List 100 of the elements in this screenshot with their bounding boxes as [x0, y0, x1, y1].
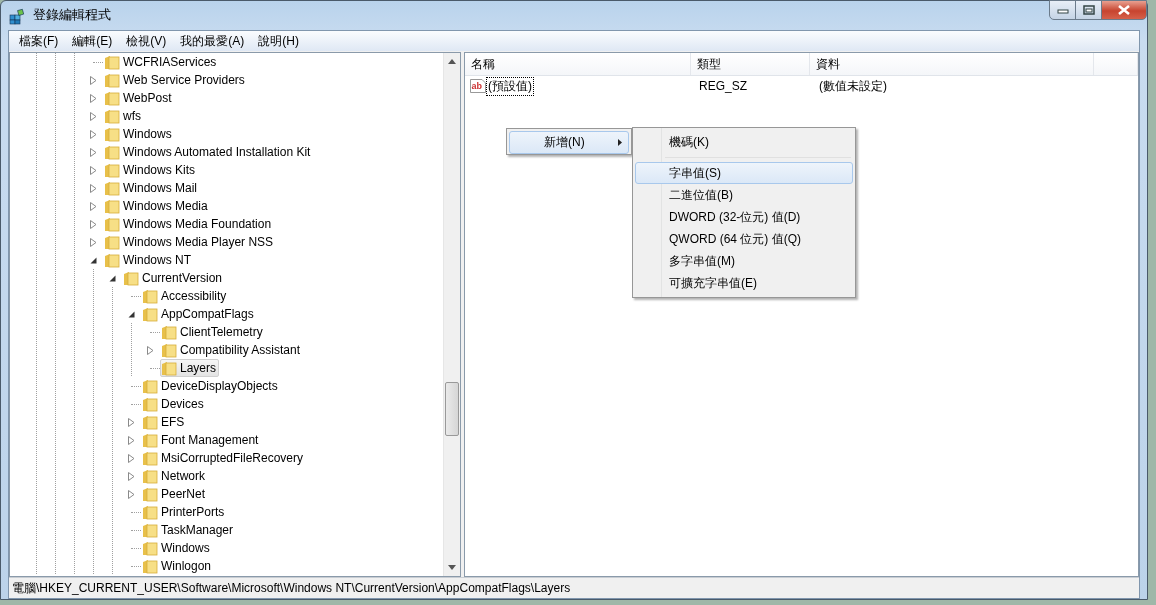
tree-item[interactable]: Windows Media Player NSS: [103, 233, 277, 251]
folder-icon: [142, 558, 158, 574]
submenu-item[interactable]: 機碼(K): [635, 131, 853, 153]
tree-item[interactable]: EFS: [141, 413, 188, 431]
tree-item[interactable]: Font Management: [141, 431, 262, 449]
value-data: (數值未設定): [818, 77, 888, 95]
tree-item[interactable]: Windows Kits: [103, 161, 199, 179]
expand-arrow-icon[interactable]: [90, 147, 97, 157]
scroll-up-icon[interactable]: [448, 59, 456, 64]
submenu-item[interactable]: 可擴充字串值(E): [635, 272, 853, 294]
folder-icon: [104, 252, 120, 268]
folder-icon: [104, 108, 120, 124]
folder-icon: [104, 90, 120, 106]
tree-item[interactable]: Web Service Providers: [103, 71, 248, 89]
collapse-arrow-icon[interactable]: [90, 256, 97, 264]
expand-arrow-icon[interactable]: [90, 219, 97, 229]
folder-icon: [142, 288, 158, 304]
tree-item[interactable]: MsiCorruptedFileRecovery: [141, 449, 307, 467]
folder-icon: [161, 360, 177, 376]
scrollbar-thumb[interactable]: [445, 382, 459, 436]
expand-arrow-icon[interactable]: [90, 183, 97, 193]
folder-icon: [104, 162, 120, 178]
column-header[interactable]: 資料: [810, 53, 1095, 75]
folder-icon: [142, 468, 158, 484]
tree-item[interactable]: wfs: [103, 107, 144, 125]
folder-icon: [142, 432, 158, 448]
tree-item[interactable]: TaskManager: [141, 521, 237, 539]
submenu-item[interactable]: 多字串值(M): [635, 250, 853, 272]
expand-arrow-icon[interactable]: [128, 471, 135, 481]
value-type: REG_SZ: [698, 79, 748, 93]
registry-cubes-icon: [9, 6, 27, 25]
tree-item[interactable]: PrinterPorts: [141, 503, 228, 521]
tree-item[interactable]: Windows NT: [103, 251, 194, 269]
folder-icon: [142, 504, 158, 520]
tree-item[interactable]: WCFRIAServices: [103, 53, 220, 71]
expand-arrow-icon[interactable]: [128, 453, 135, 463]
tree-item[interactable]: Windows Media Foundation: [103, 215, 275, 233]
menu-item[interactable]: 我的最愛(A): [173, 31, 252, 51]
tree-item[interactable]: DeviceDisplayObjects: [141, 377, 281, 395]
menu-item[interactable]: 編輯(E): [65, 31, 120, 51]
column-header[interactable]: 類型: [691, 53, 811, 75]
folder-icon: [104, 234, 120, 250]
close-icon: [1117, 5, 1131, 15]
string-value-icon: ab: [470, 79, 486, 93]
tree-item[interactable]: WebPost: [103, 89, 175, 107]
folder-icon: [142, 414, 158, 430]
tree-item[interactable]: Windows Automated Installation Kit: [103, 143, 314, 161]
column-header[interactable]: 名稱: [465, 53, 692, 75]
maximize-icon: [1082, 5, 1095, 15]
tree-item[interactable]: Layers: [160, 359, 220, 377]
expand-arrow-icon[interactable]: [90, 111, 97, 121]
close-button[interactable]: [1101, 0, 1147, 20]
tree-item[interactable]: Accessibility: [141, 287, 230, 305]
tree-item[interactable]: Windows: [141, 539, 213, 557]
submenu-item[interactable]: DWORD (32-位元) 值(D): [635, 206, 853, 228]
value-name[interactable]: (預設值): [486, 76, 534, 96]
tree-item[interactable]: ClientTelemetry: [160, 323, 266, 341]
expand-arrow-icon[interactable]: [128, 489, 135, 499]
collapse-arrow-icon[interactable]: [109, 274, 116, 282]
folder-icon: [142, 522, 158, 538]
submenu-item[interactable]: QWORD (64 位元) 值(Q): [635, 228, 853, 250]
maximize-button[interactable]: [1075, 0, 1102, 20]
tree-item[interactable]: Windows Mail: [103, 179, 200, 197]
tree-item[interactable]: PeerNet: [141, 485, 209, 503]
tree-item[interactable]: Compatibility Assistant: [160, 341, 304, 359]
expand-arrow-icon[interactable]: [90, 129, 97, 139]
key-path: 電腦\HKEY_CURRENT_USER\Software\Microsoft\Windows NT\CurrentVersion\AppCompatFlags\Layers: [12, 579, 571, 597]
tree-item[interactable]: Windows Media: [103, 197, 211, 215]
expand-arrow-icon[interactable]: [90, 237, 97, 247]
collapse-arrow-icon[interactable]: [128, 310, 135, 318]
expand-arrow-icon[interactable]: [147, 345, 154, 355]
tree-item[interactable]: CurrentVersion: [122, 269, 226, 287]
menu-item[interactable]: 檢視(V): [119, 31, 174, 51]
context-menu-item[interactable]: 新增(N): [509, 131, 629, 154]
expand-arrow-icon[interactable]: [128, 435, 135, 445]
tree-item[interactable]: Windows: [103, 125, 175, 143]
expand-arrow-icon[interactable]: [90, 165, 97, 175]
scroll-down-icon[interactable]: [448, 565, 456, 570]
folder-icon: [142, 486, 158, 502]
expand-arrow-icon[interactable]: [90, 93, 97, 103]
tree-item[interactable]: AppCompatFlags: [141, 305, 257, 323]
submenu-arrow-icon: [618, 139, 622, 146]
vertical-scrollbar[interactable]: [443, 53, 460, 576]
expand-arrow-icon[interactable]: [90, 75, 97, 85]
folder-icon: [142, 396, 158, 412]
tree-item[interactable]: Devices: [141, 395, 207, 413]
tree-item[interactable]: Winlogon: [141, 557, 215, 575]
window-title: 登錄編輯程式: [33, 7, 111, 24]
expand-arrow-icon[interactable]: [90, 201, 97, 211]
folder-icon: [123, 270, 139, 286]
folder-icon: [142, 540, 158, 556]
minimize-button[interactable]: [1049, 0, 1076, 20]
menu-item[interactable]: 說明(H): [251, 31, 306, 51]
submenu-item[interactable]: 二進位值(B): [635, 184, 853, 206]
folder-icon: [104, 144, 120, 160]
expand-arrow-icon[interactable]: [128, 417, 135, 427]
menu-item[interactable]: 檔案(F): [12, 31, 66, 51]
submenu-item[interactable]: 字串值(S): [635, 162, 853, 184]
minimize-icon: [1056, 6, 1069, 14]
tree-item[interactable]: Network: [141, 467, 208, 485]
